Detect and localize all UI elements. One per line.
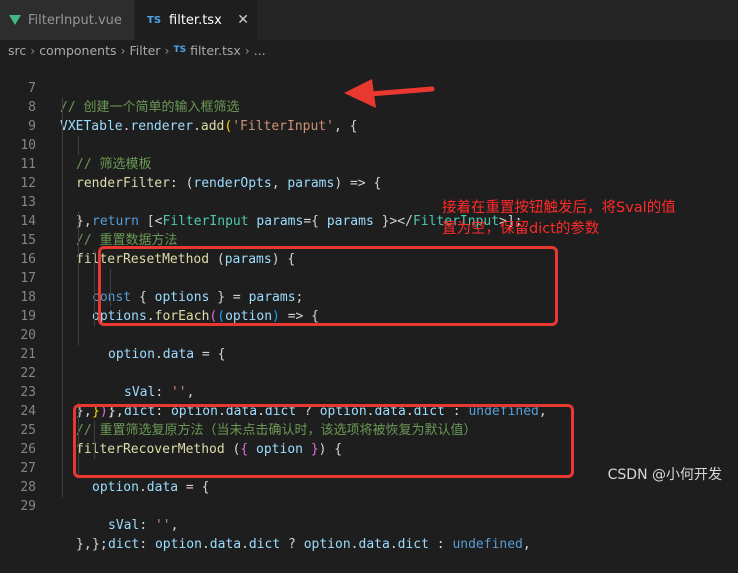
token: undefined <box>452 537 523 552</box>
line-number: 29 <box>20 499 36 514</box>
token: . <box>241 537 249 552</box>
token: , <box>522 537 531 552</box>
token: option <box>303 537 351 552</box>
token: data <box>358 537 390 552</box>
arrow-shaft <box>367 86 435 97</box>
token: '' <box>154 518 171 533</box>
token: : <box>139 537 155 552</box>
token: dict <box>108 537 140 552</box>
token: data <box>209 537 242 552</box>
arrow-head <box>344 79 376 108</box>
watermark: CSDN @小何开发 <box>607 467 722 483</box>
line-content: }, <box>76 537 92 552</box>
line-content: sVal: '', <box>108 516 178 535</box>
line-content: dict: option.data.dict ? option.data.dic… <box>108 535 531 554</box>
annotation-arrow <box>344 79 435 108</box>
token: : <box>139 518 155 533</box>
annotation-line-2: 置为空，保留dict的参数 <box>442 221 600 237</box>
token: , <box>170 518 179 533</box>
token: dict <box>397 537 429 552</box>
token: : <box>428 537 453 552</box>
annotation-line-1: 接着在重置按钮触发后，将Sval的值 <box>442 200 676 216</box>
token: . <box>350 537 359 552</box>
token: dict <box>248 537 281 552</box>
line-content: }; <box>92 537 108 552</box>
token: . <box>201 537 210 552</box>
token: option <box>154 537 202 552</box>
token: . <box>389 537 398 552</box>
annotation-note: 接着在重置按钮触发后，将Sval的值 置为空，保留dict的参数 <box>442 198 712 240</box>
token: sVal <box>108 518 140 533</box>
token: ? <box>280 537 304 552</box>
